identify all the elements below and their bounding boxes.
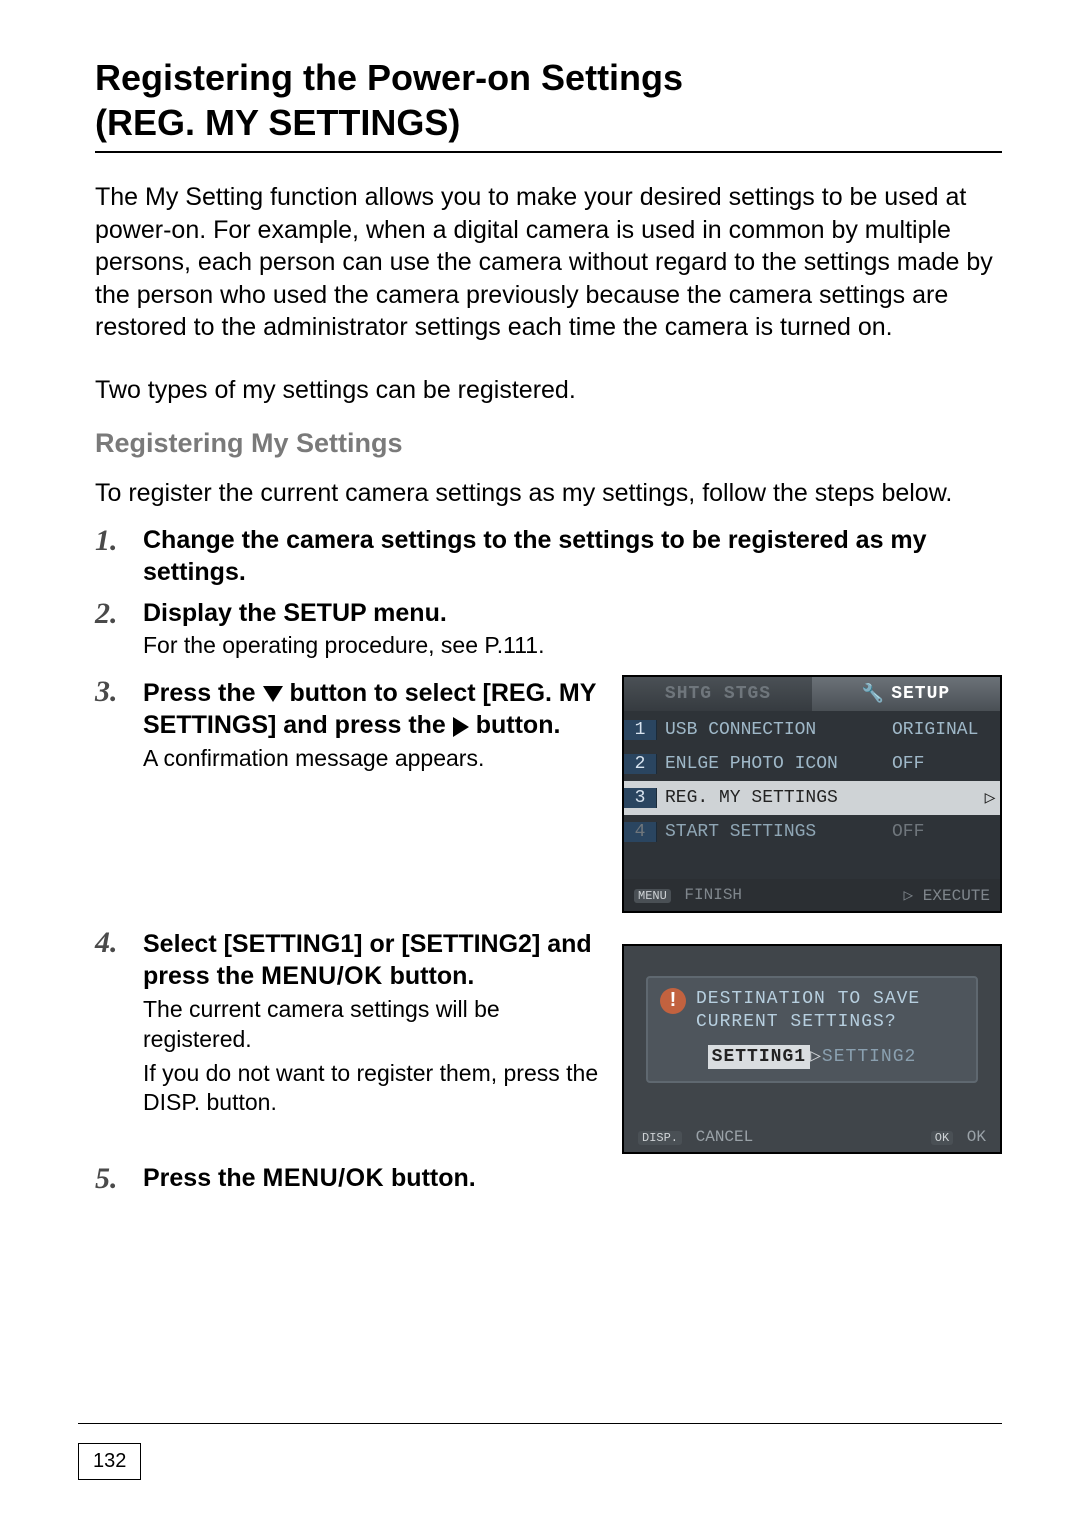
step-3-text: A confirmation message appears.: [143, 744, 604, 774]
lcd2-footer-right: OK OK: [931, 1128, 986, 1146]
lcd-row-3-selected: 3 REG. MY SETTINGS ▷: [624, 781, 1000, 815]
page-number: 132: [78, 1443, 141, 1480]
lcd2-setting1-option: SETTING1: [708, 1045, 810, 1069]
lcd-row-1: 1 USB CONNECTION ORIGINAL: [624, 713, 1000, 747]
step-2: Display the SETUP menu. For the operatin…: [95, 597, 1002, 661]
lcd2-ok-label: OK: [967, 1128, 986, 1146]
lcd2-setting2-option: SETTING2: [822, 1047, 916, 1067]
lcd-tab-setup-label: SETUP: [891, 684, 950, 704]
step-4-text-1: The current camera settings will be regi…: [143, 995, 604, 1055]
step-5-title-b: button.: [391, 1164, 476, 1192]
step-3-title-c: button.: [476, 711, 561, 739]
step-4-menuok: MENU/OK: [261, 962, 383, 990]
lcd2-buttons: SETTING1▷SETTING2: [660, 1045, 964, 1067]
step-5-title: Press the MENU/OK button.: [143, 1162, 1002, 1195]
lcd-row-3-num: 3: [624, 788, 657, 808]
lcd2-disp-key-icon: DISP.: [638, 1131, 682, 1145]
right-arrow-icon: [453, 717, 469, 737]
lcd2-panel: ! DESTINATION TO SAVE CURRENT SETTINGS? …: [646, 976, 978, 1083]
step-5-title-a: Press the: [143, 1164, 263, 1192]
step-3: Press the button to select [REG. MY SETT…: [95, 675, 1002, 918]
step-5: Press the MENU/OK button.: [95, 1162, 1002, 1195]
lcd-row-2: 2 ENLGE PHOTO ICON OFF: [624, 747, 1000, 781]
lcd-row-4-num: 4: [624, 822, 657, 842]
step-2-title: Display the SETUP menu.: [143, 597, 1002, 630]
lcd2-footer-left: DISP. CANCEL: [638, 1128, 753, 1146]
step-2-text: For the operating procedure, see P.111.: [143, 631, 1002, 661]
lcd2-msg-line2: CURRENT SETTINGS?: [696, 1012, 897, 1032]
lcd-row-3-label: REG. MY SETTINGS: [657, 788, 980, 808]
lcd2-ok-key-icon: OK: [931, 1131, 953, 1145]
lcd2-message: DESTINATION TO SAVE CURRENT SETTINGS?: [696, 988, 920, 1035]
lcd-row-3-arrow-icon: ▷: [980, 787, 1000, 809]
step-1-title: Change the camera settings to the settin…: [143, 524, 1002, 589]
step-4-title: Select [SETTING1] or [SETTING2] and pres…: [143, 928, 604, 993]
lcd-row-4-label: START SETTINGS: [657, 822, 892, 842]
wrench-icon: 🔧: [862, 683, 885, 705]
camera-lcd-setup-menu: SHTG STGS 🔧 SETUP 1 USB CONNECTION: [622, 675, 1002, 913]
lcd-finish-label: FINISH: [684, 886, 742, 904]
lcd-menu-key-icon: MENU: [634, 889, 671, 903]
lcd-footer: MENU FINISH ▷ EXECUTE: [624, 879, 1000, 911]
steps-list: Change the camera settings to the settin…: [95, 524, 1002, 1195]
step-4-text-2: If you do not want to register them, pre…: [143, 1059, 604, 1119]
title-line-1: Registering the Power-on Settings: [95, 57, 683, 98]
lcd-row-4-value: OFF: [892, 822, 1000, 842]
lcd-row-2-label: ENLGE PHOTO ICON: [657, 754, 892, 774]
lcd-execute-label: EXECUTE: [923, 887, 990, 905]
lcd-footer-left: MENU FINISH: [634, 886, 742, 904]
lcd-tab-shtg-stgs: SHTG STGS: [624, 677, 812, 711]
lcd-tabs: SHTG STGS 🔧 SETUP: [624, 677, 1000, 711]
title-underline: [95, 151, 1002, 153]
lcd-body: 1 USB CONNECTION ORIGINAL 2 ENLGE PHOTO …: [624, 711, 1000, 879]
step-1: Change the camera settings to the settin…: [95, 524, 1002, 589]
lcd-row-2-num: 2: [624, 754, 657, 774]
page-title: Registering the Power-on Settings (REG. …: [95, 55, 1002, 145]
section-subhead: Registering My Settings: [95, 428, 1002, 459]
lcd2-footer: DISP. CANCEL OK OK: [624, 1128, 1000, 1146]
step-3-title-a: Press the: [143, 679, 263, 707]
title-line-2: (REG. MY SETTINGS): [95, 102, 460, 143]
lcd-row-1-label: USB CONNECTION: [657, 720, 892, 740]
lcd-row-1-value: ORIGINAL: [892, 720, 1000, 740]
lcd-tab-shtg-label: SHTG STGS: [665, 684, 771, 704]
lcd2-msg-line1: DESTINATION TO SAVE: [696, 989, 920, 1009]
intro-paragraph-2: Two types of my settings can be register…: [95, 374, 1002, 407]
lcd-row-4: 4 START SETTINGS OFF: [624, 815, 1000, 849]
lcd-footer-right: ▷ EXECUTE: [904, 885, 990, 905]
step-4-title-b: button.: [390, 962, 475, 990]
alert-icon: !: [660, 988, 686, 1014]
section-intro: To register the current camera settings …: [95, 477, 1002, 510]
manual-page: Registering the Power-on Settings (REG. …: [0, 0, 1080, 1528]
intro-paragraph: The My Setting function allows you to ma…: [95, 181, 1002, 344]
lcd2-separator-icon: ▷: [810, 1047, 822, 1067]
camera-lcd-confirm-dialog: ! DESTINATION TO SAVE CURRENT SETTINGS? …: [622, 944, 1002, 1154]
lcd-execute-arrow-icon: ▷: [904, 887, 923, 905]
step-3-title: Press the button to select [REG. MY SETT…: [143, 677, 604, 742]
lcd2-cancel-label: CANCEL: [696, 1128, 754, 1146]
lcd-row-2-value: OFF: [892, 754, 1000, 774]
lcd-row-1-num: 1: [624, 720, 657, 740]
down-arrow-icon: [263, 686, 283, 702]
footer-rule: [78, 1423, 1002, 1424]
lcd-tab-setup: 🔧 SETUP: [812, 677, 1000, 711]
step-4: Select [SETTING1] or [SETTING2] and pres…: [95, 926, 1002, 1154]
step-5-menuok: MENU/OK: [263, 1164, 385, 1192]
